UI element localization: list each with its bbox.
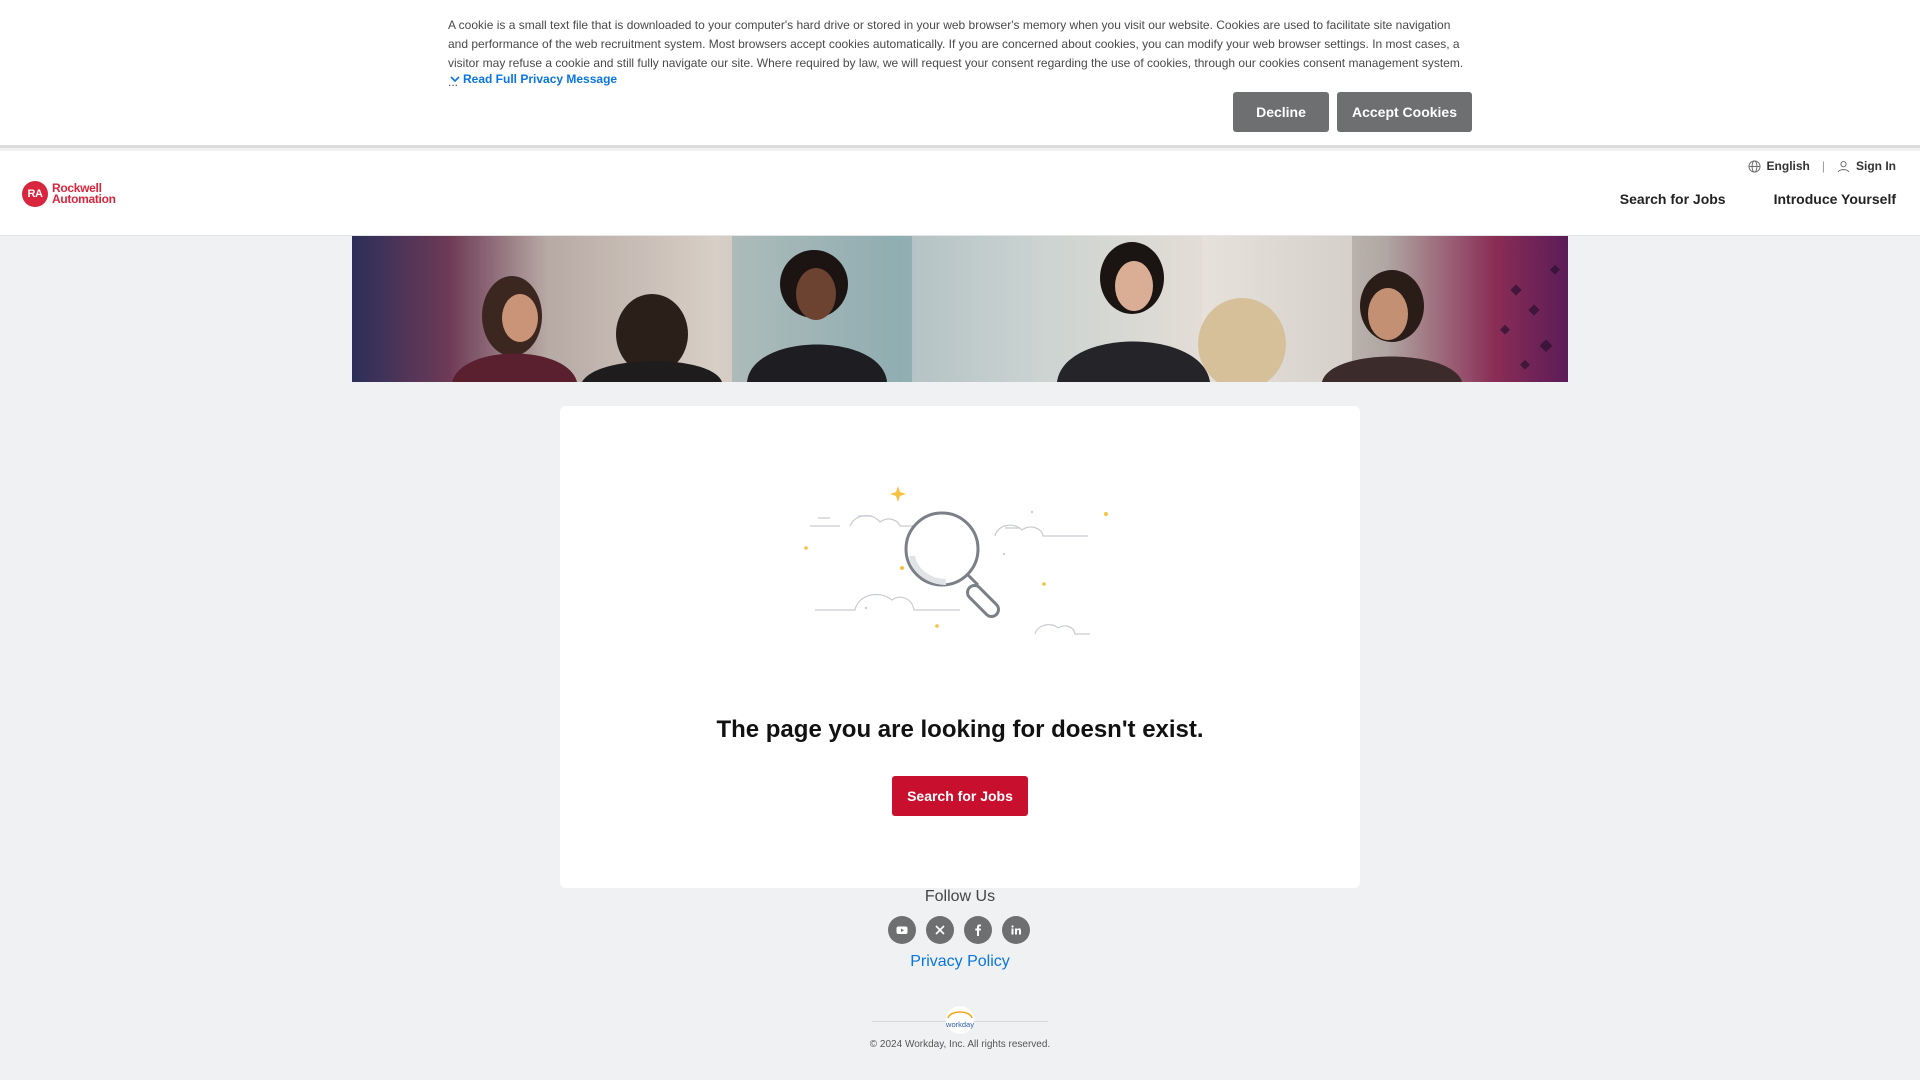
rockwell-logo[interactable]: RA Rockwell Automation bbox=[22, 181, 116, 207]
sign-in-label: Sign In bbox=[1856, 159, 1896, 173]
main-nav: Search for Jobs Introduce Yourself bbox=[1620, 191, 1896, 207]
utility-divider: | bbox=[1821, 159, 1825, 173]
cookie-banner: A cookie is a small text file that is do… bbox=[0, 0, 1920, 148]
logo-word-2: Automation bbox=[52, 192, 116, 206]
chevron-down-icon bbox=[450, 76, 460, 83]
social-links bbox=[888, 916, 1030, 944]
privacy-policy-link[interactable]: Privacy Policy bbox=[910, 953, 1010, 970]
x-link[interactable] bbox=[926, 916, 954, 944]
site-header: RA Rockwell Automation English | Sign In… bbox=[0, 151, 1920, 236]
user-icon bbox=[1837, 160, 1850, 172]
utility-bar: English | Sign In bbox=[1747, 159, 1896, 173]
ra-logo-mark: RA bbox=[22, 181, 48, 207]
globe-icon bbox=[1747, 159, 1761, 173]
nav-introduce-yourself[interactable]: Introduce Yourself bbox=[1774, 191, 1896, 207]
hero-people-illustration bbox=[452, 236, 1560, 382]
workday-logo: workday bbox=[945, 1006, 974, 1034]
accept-cookies-button[interactable]: Accept Cookies bbox=[1337, 92, 1472, 132]
hero-banner-image bbox=[352, 236, 1568, 382]
facebook-link[interactable] bbox=[964, 916, 992, 944]
magnifying-glass-illustration bbox=[804, 486, 1108, 635]
logo-wordmark: Rockwell Automation bbox=[52, 182, 116, 206]
language-label: English bbox=[1766, 159, 1810, 173]
privacy-policy-row: Privacy Policy bbox=[0, 953, 1920, 971]
read-privacy-message-link[interactable]: Read Full Privacy Message bbox=[450, 72, 617, 86]
linkedin-icon bbox=[1011, 925, 1021, 935]
youtube-icon bbox=[896, 926, 908, 934]
copyright-text: © 2024 Workday, Inc. All rights reserved… bbox=[869, 1039, 1051, 1050]
sign-in-link[interactable]: Sign In bbox=[1837, 159, 1896, 173]
facebook-icon bbox=[975, 924, 981, 936]
nav-search-for-jobs[interactable]: Search for Jobs bbox=[1620, 191, 1726, 207]
workday-logo-text: workday bbox=[945, 1020, 974, 1029]
language-selector[interactable]: English bbox=[1747, 159, 1810, 173]
youtube-link[interactable] bbox=[888, 916, 916, 944]
error-card: The page you are looking for doesn't exi… bbox=[560, 406, 1360, 888]
x-icon bbox=[935, 925, 945, 935]
follow-us-heading: Follow Us bbox=[924, 888, 996, 905]
not-found-message: The page you are looking for doesn't exi… bbox=[716, 716, 1204, 743]
decline-cookies-button[interactable]: Decline bbox=[1233, 92, 1329, 132]
read-privacy-message-label: Read Full Privacy Message bbox=[463, 72, 618, 86]
search-for-jobs-button[interactable]: Search for Jobs bbox=[892, 776, 1028, 816]
linkedin-link[interactable] bbox=[1002, 916, 1030, 944]
